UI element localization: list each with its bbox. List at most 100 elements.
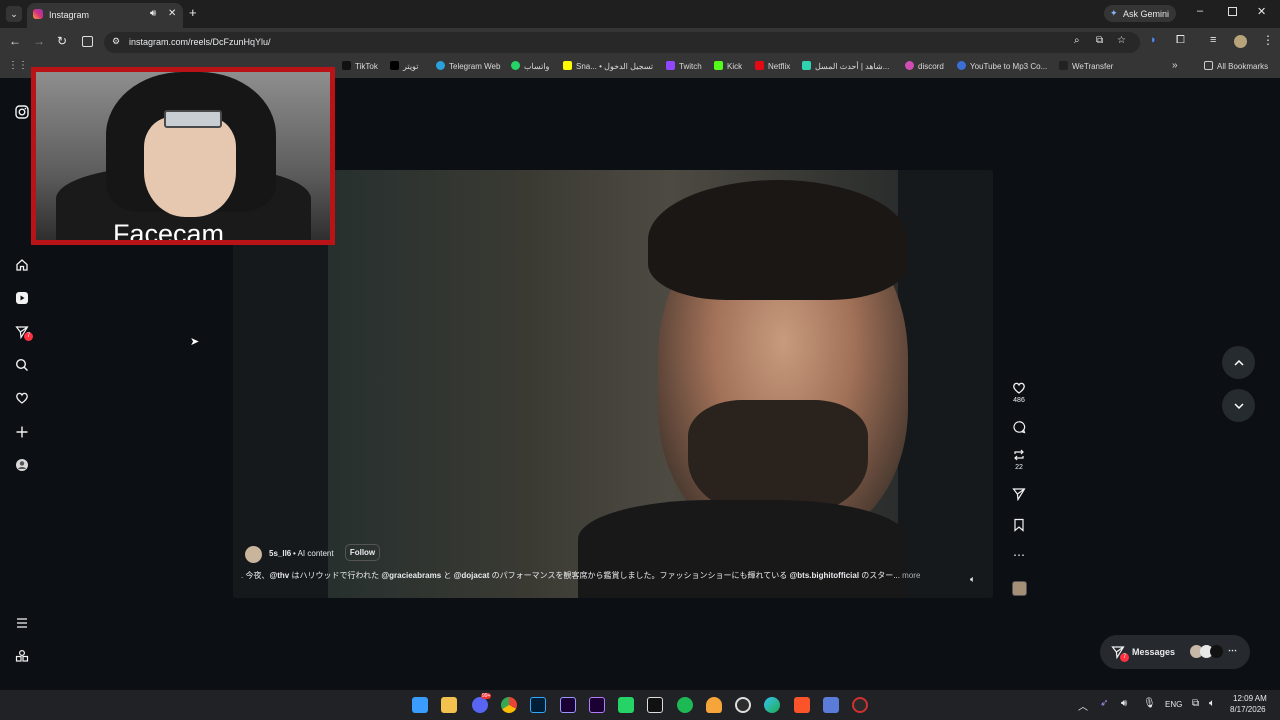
system-app-icon[interactable] [823,697,839,713]
spotify-icon[interactable] [677,697,693,713]
bookmark-twitch[interactable]: Twitch [666,61,702,71]
reel-author-avatar[interactable] [245,546,262,563]
speaker-icon[interactable]: 🔈︎ [1209,698,1215,709]
caption-mention[interactable]: @gracieabrams [381,571,441,580]
minimize-window-icon[interactable]: – [1197,5,1203,17]
direct-messages-icon[interactable]: 7 [12,322,33,342]
reel-caption[interactable]: . 今夜、@thv はハリウッドで行われた @gracieabrams と @d… [241,570,956,581]
create-plus-icon[interactable] [12,422,32,442]
chrome-menu-icon[interactable]: ⋮ [1262,33,1274,47]
edge-icon[interactable] [764,697,780,713]
next-reel-button[interactable] [1222,389,1255,422]
search-icon[interactable] [12,355,32,375]
reel-video-player[interactable]: 5s_ll6 • AI content Follow . 今夜、@thv はハリ… [233,170,993,598]
like-action[interactable]: 486 [1009,381,1029,404]
bookmark-star-icon[interactable]: ☆ [1117,35,1126,46]
bookmark-youtube-mp3[interactable]: YouTube to Mp3 Co... [957,61,1047,71]
install-app-icon[interactable]: ⧉ [1096,35,1103,46]
extension-icon[interactable]: ◗ [1150,34,1157,46]
clock-time[interactable]: 12:09 AM [1233,694,1267,703]
profile-avatar[interactable] [1234,35,1247,48]
chrome-icon[interactable] [501,697,517,713]
bookmark-discord[interactable]: discord [905,61,944,71]
repost-icon[interactable] [1012,448,1026,462]
recording-app-icon[interactable] [852,697,868,713]
follow-button[interactable]: Follow [345,544,380,561]
volume-tray-icon[interactable]: 🔊︎ [1121,698,1127,709]
caption-mention[interactable]: @bts.bighitofficial [789,571,859,580]
reels-icon[interactable] [12,288,32,308]
bookmark-whatsapp[interactable]: واتساب [511,61,549,71]
close-window-icon[interactable]: ✕ [1257,5,1266,18]
caption-mention[interactable]: @dojacat [454,571,490,580]
restore-window-icon[interactable] [1228,7,1237,16]
brave-icon[interactable] [794,697,810,713]
volume-icon[interactable]: 🔈︎ [970,574,975,585]
audio-playing-icon[interactable]: 🔊︎ [150,8,156,19]
bookmark-label: Kick [727,62,743,71]
cloud-app-icon[interactable] [706,697,722,713]
forward-arrow-icon[interactable]: → [33,34,45,48]
bookmarks-overflow-icon[interactable]: » [1172,60,1178,71]
file-explorer-icon[interactable] [441,697,457,713]
clock-date[interactable]: 8/17/2026 [1230,705,1266,714]
after-effects-icon[interactable] [560,697,576,713]
tray-app-icon[interactable]: ➶ [1100,698,1108,709]
close-tab-icon[interactable]: ✕ [168,8,176,19]
ask-gemini-button[interactable]: ✦ Ask Gemini [1104,5,1176,22]
bookmark-kick[interactable]: Kick [714,61,742,71]
split-view-icon[interactable] [82,36,93,47]
whatsapp-icon[interactable] [618,697,634,713]
save-bookmark-icon[interactable] [1009,518,1029,534]
discord-icon[interactable] [472,697,488,713]
share-icon[interactable] [1009,487,1029,503]
bookmark-netflix[interactable]: Netflix [755,61,790,71]
back-arrow-icon[interactable]: ← [9,34,21,48]
reload-icon[interactable]: ↻ [57,34,67,48]
bookmark-telegram[interactable]: Telegram Web [436,61,500,71]
apps-grid-icon[interactable]: ⋮⋮ [8,60,28,71]
also-from-meta-icon[interactable] [12,646,32,666]
more-options-icon[interactable]: ⋯ [1009,548,1029,562]
more-menu-icon[interactable] [12,613,32,633]
extensions-puzzle-icon[interactable]: ⧠ [1176,34,1185,47]
previous-reel-button[interactable] [1222,346,1255,379]
site-info-icon[interactable]: ⚙ [112,36,120,47]
tab-search-button[interactable]: ⌄ [6,6,22,22]
capcut-icon[interactable] [647,697,663,713]
like-heart-icon[interactable] [1012,381,1026,395]
tab-instagram[interactable]: Instagram 🔊︎ ✕ [27,3,183,28]
bookmark-tiktok[interactable]: TikTok [342,61,378,71]
url-text[interactable]: instagram.com/reels/DcFzunHqYlu/ [129,37,271,47]
notifications-heart-icon[interactable] [12,388,32,408]
microphone-icon[interactable]: 🎙︎ [1143,698,1156,709]
instagram-logo-icon[interactable] [12,102,32,122]
photoshop-icon[interactable] [530,697,546,713]
bookmark-shahid[interactable]: شاهد | أحدث المسل... [802,61,889,71]
bookmark-snapchat[interactable]: Sna... • تسجيل الدخول [563,61,653,71]
bookmark-twitter[interactable]: تويتر [390,61,418,71]
bookmark-wetransfer[interactable]: WeTransfer [1059,61,1113,71]
reel-username[interactable]: 5s_ll6 [269,549,291,558]
network-icon[interactable]: ⧉ [1192,698,1199,709]
repost-action[interactable]: 22 [1009,448,1029,471]
messages-button[interactable]: 7 Messages ⋯ [1100,635,1250,669]
premiere-icon[interactable] [589,697,605,713]
new-tab-icon[interactable]: + [189,5,197,20]
zoom-icon[interactable]: ⌕ [1074,35,1080,46]
windows-start-icon[interactable] [412,697,428,713]
profile-icon[interactable] [12,455,32,475]
comment-icon[interactable] [1009,420,1029,436]
caption-mention[interactable]: @thv [269,571,289,580]
media-control-icon[interactable]: ≡ [1210,34,1216,46]
home-icon[interactable] [12,255,32,275]
language-indicator[interactable]: ENG [1165,700,1182,709]
address-bar[interactable]: ⚙ instagram.com/reels/DcFzunHqYlu/ ⌕ ⧉ ☆ [104,32,1140,53]
facecam-label: Facecam [113,219,225,245]
audio-thumbnail[interactable] [1012,581,1027,596]
obs-icon[interactable] [735,697,751,713]
caption-more-link[interactable]: more [902,571,920,580]
tray-overflow-icon[interactable]: ︿ [1078,698,1088,713]
all-bookmarks-folder[interactable]: All Bookmarks [1204,61,1268,71]
twitch-icon [666,61,675,70]
